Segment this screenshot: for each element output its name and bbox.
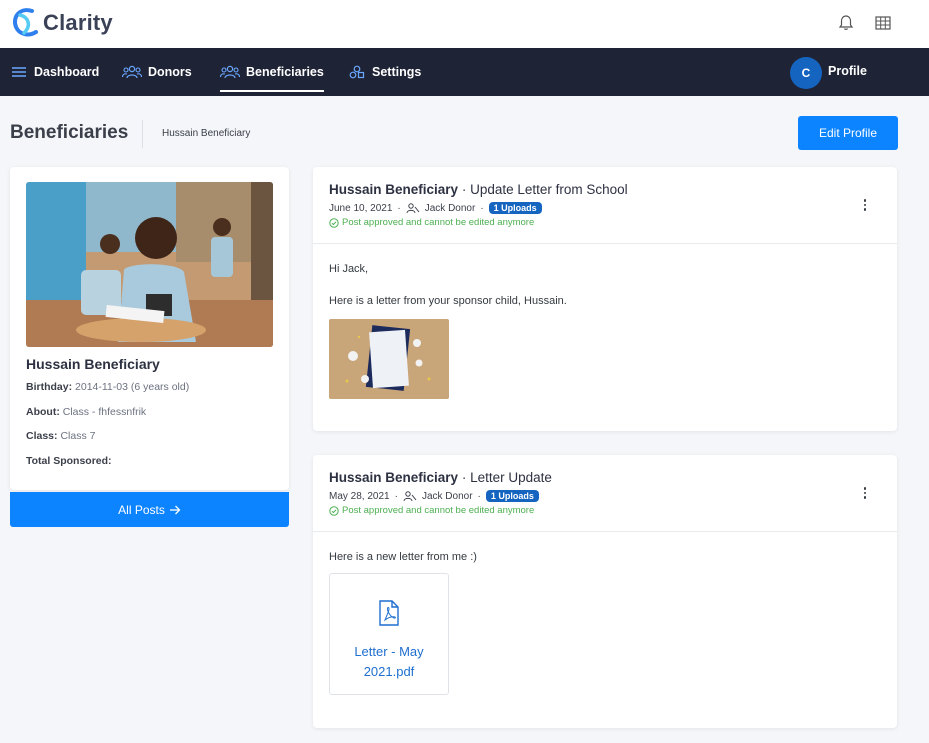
app-logo[interactable]: Clarity [10, 6, 113, 40]
post-author: Hussain Beneficiary [329, 470, 459, 485]
nav-dashboard[interactable]: Dashboard [10, 48, 99, 96]
top-bar: Clarity [0, 0, 929, 48]
nav-settings[interactable]: Settings [348, 48, 421, 96]
edit-profile-button[interactable]: Edit Profile [798, 116, 898, 150]
approved-text: Post approved and cannot be edited anymo… [342, 217, 535, 228]
pdf-file-name-line2: 2021.pdf [363, 664, 415, 679]
sponsored-row: Total Sponsored: [26, 455, 112, 467]
pdf-file-name-line1: Letter - May [354, 644, 424, 659]
post-title[interactable]: Hussain Beneficiary · Update Letter from… [329, 182, 628, 197]
post-card: Hussain Beneficiary · Update Letter from… [313, 167, 897, 431]
bell-icon[interactable] [837, 14, 855, 32]
birthday-label: Birthday: [26, 381, 73, 393]
uploads-badge: 1 Uploads [485, 490, 539, 502]
pdf-file-name: Letter - May 2021.pdf [330, 642, 448, 682]
class-label: Class: [26, 430, 58, 442]
beneficiary-card: Hussain Beneficiary Birthday: 2014-11-03… [10, 167, 289, 490]
uploads-badge: 1 Uploads [488, 202, 542, 214]
users-icon [220, 65, 240, 79]
avatar[interactable]: C [790, 57, 822, 89]
check-circle-icon [329, 217, 339, 228]
post-card: Hussain Beneficiary · Letter Update May … [313, 455, 897, 728]
nav-donors[interactable]: Donors [122, 48, 192, 96]
beneficiary-photo [26, 182, 273, 347]
pdf-file-icon [379, 600, 399, 626]
donor-icon [403, 490, 417, 501]
post-donor[interactable]: Jack Donor [422, 491, 473, 502]
post-author: Hussain Beneficiary [329, 182, 459, 197]
approved-status: Post approved and cannot be edited anymo… [329, 217, 534, 228]
pdf-attachment[interactable]: Letter - May 2021.pdf [329, 573, 449, 695]
approved-text: Post approved and cannot be edited anymo… [342, 505, 535, 516]
profile-link[interactable]: Profile [828, 64, 867, 78]
arrow-right-icon [169, 505, 181, 514]
post-date: June 10, 2021 [329, 202, 393, 214]
meta-separator: · [480, 202, 484, 214]
title-divider [142, 120, 143, 148]
approved-status: Post approved and cannot be edited anymo… [329, 505, 534, 516]
check-circle-icon [329, 505, 339, 516]
menu-icon [12, 67, 26, 77]
nav-donors-label: Donors [148, 65, 192, 79]
about-row: About: Class - fhfessnfrik [26, 406, 146, 418]
post-body: Here is a new letter from me :) [329, 551, 477, 563]
post-subject: Letter Update [470, 470, 552, 485]
page-title: Beneficiaries [10, 122, 129, 143]
letter-image[interactable] [329, 319, 449, 399]
about-value: Class - fhfessnfrik [62, 406, 147, 418]
app-name: Clarity [43, 10, 113, 35]
title-separator: · [461, 470, 467, 485]
more-options-icon[interactable] [859, 485, 871, 501]
class-row: Class: Class 7 [26, 430, 95, 442]
post-donor[interactable]: Jack Donor [425, 203, 476, 214]
post-date: May 28, 2021 [329, 490, 390, 502]
post-header: Hussain Beneficiary · Update Letter from… [313, 167, 897, 244]
breadcrumb[interactable]: Hussain Beneficiary [162, 128, 250, 139]
post-meta: June 10, 2021 · Jack Donor · 1 Uploads [329, 202, 542, 214]
post-header: Hussain Beneficiary · Letter Update May … [313, 455, 897, 532]
about-label: About: [26, 406, 60, 418]
birthday-row: Birthday: 2014-11-03 (6 years old) [26, 381, 189, 393]
sponsored-label: Total Sponsored: [26, 455, 112, 467]
all-posts-label: All Posts [118, 502, 165, 517]
shapes-icon [349, 65, 365, 79]
nav-settings-label: Settings [372, 65, 422, 79]
class-value: Class 7 [60, 430, 96, 442]
nav-dashboard-label: Dashboard [34, 65, 100, 79]
meta-separator: · [397, 202, 401, 214]
all-posts-button[interactable]: All Posts [10, 492, 289, 527]
more-options-icon[interactable] [859, 197, 871, 213]
grid-icon[interactable] [874, 14, 892, 32]
meta-separator: · [394, 490, 398, 502]
birthday-value: 2014-11-03 (6 years old) [75, 381, 190, 393]
clarity-logo-icon [13, 8, 38, 37]
post-meta: May 28, 2021 · Jack Donor · 1 Uploads [329, 490, 539, 502]
post-greeting: Hi Jack, [329, 263, 369, 275]
donor-icon [406, 202, 420, 213]
post-body: Here is a letter from your sponsor child… [329, 295, 567, 307]
post-subject: Update Letter from School [470, 182, 628, 197]
title-separator: · [461, 182, 467, 197]
post-title[interactable]: Hussain Beneficiary · Letter Update [329, 470, 552, 485]
users-icon [122, 65, 142, 79]
beneficiary-name: Hussain Beneficiary [26, 356, 160, 372]
meta-separator: · [477, 490, 481, 502]
nav-beneficiaries-label: Beneficiaries [246, 65, 324, 79]
nav-beneficiaries[interactable]: Beneficiaries [220, 48, 324, 96]
